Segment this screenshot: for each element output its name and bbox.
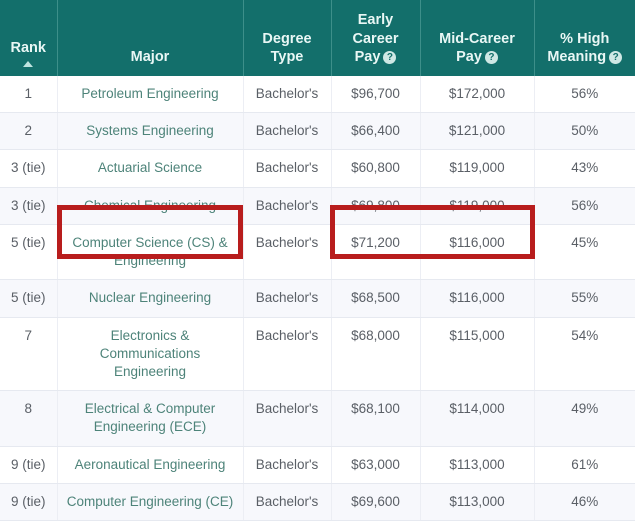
help-icon[interactable]: ? (383, 51, 396, 64)
cell-rank: 3 (tie) (0, 150, 57, 187)
cell-degree-type: Bachelor's (243, 113, 331, 150)
table-row: 3 (tie)Actuarial ScienceBachelor's$60,80… (0, 150, 635, 187)
cell-early-career-pay: $68,100 (331, 391, 420, 446)
help-icon[interactable]: ? (485, 51, 498, 64)
cell-degree-type: Bachelor's (243, 446, 331, 483)
cell-degree-type: Bachelor's (243, 224, 331, 279)
table-row: 7Electronics & Communications Engineerin… (0, 317, 635, 391)
cell-percent-high-meaning: 50% (534, 113, 635, 150)
table-body: 1Petroleum EngineeringBachelor's$96,700$… (0, 76, 635, 521)
cell-mid-career-pay: $119,000 (420, 187, 534, 224)
table-header: Rank Major Degree Type Early Career Pay?… (0, 0, 635, 76)
column-header-early-line3: Pay (355, 49, 381, 65)
cell-mid-career-pay: $116,000 (420, 280, 534, 317)
table-row: 3 (tie)Chemical EngineeringBachelor's$69… (0, 187, 635, 224)
cell-major-link[interactable]: Chemical Engineering (57, 187, 243, 224)
column-header-mid-career-pay[interactable]: Mid-Career Pay? (420, 0, 534, 76)
cell-early-career-pay: $68,000 (331, 317, 420, 391)
cell-mid-career-pay: $114,000 (420, 391, 534, 446)
cell-major-link[interactable]: Electrical & Computer Engineering (ECE) (57, 391, 243, 446)
cell-percent-high-meaning: 49% (534, 391, 635, 446)
cell-major-link[interactable]: Systems Engineering (57, 113, 243, 150)
cell-rank: 2 (0, 113, 57, 150)
cell-percent-high-meaning: 45% (534, 224, 635, 279)
cell-rank: 3 (tie) (0, 187, 57, 224)
cell-major-link[interactable]: Electronics & Communications Engineering (57, 317, 243, 391)
sort-ascending-icon[interactable] (23, 61, 33, 67)
cell-major-link[interactable]: Computer Science (CS) & Engineering (57, 224, 243, 279)
column-header-early-line1: Early (358, 12, 393, 28)
cell-major-link[interactable]: Actuarial Science (57, 150, 243, 187)
cell-rank: 5 (tie) (0, 280, 57, 317)
cell-early-career-pay: $63,000 (331, 446, 420, 483)
cell-percent-high-meaning: 43% (534, 150, 635, 187)
column-header-early-career-pay[interactable]: Early Career Pay? (331, 0, 420, 76)
column-header-mid-line2: Pay (456, 49, 482, 65)
cell-percent-high-meaning: 61% (534, 446, 635, 483)
cell-mid-career-pay: $113,000 (420, 483, 534, 520)
cell-rank: 8 (0, 391, 57, 446)
cell-rank: 1 (0, 76, 57, 113)
cell-degree-type: Bachelor's (243, 317, 331, 391)
cell-rank: 5 (tie) (0, 224, 57, 279)
column-header-degree-line2: Type (271, 49, 304, 65)
table-row: 1Petroleum EngineeringBachelor's$96,700$… (0, 76, 635, 113)
cell-percent-high-meaning: 54% (534, 317, 635, 391)
cell-percent-high-meaning: 56% (534, 76, 635, 113)
cell-major-link[interactable]: Petroleum Engineering (57, 76, 243, 113)
table-header-row: Rank Major Degree Type Early Career Pay?… (0, 0, 635, 76)
cell-percent-high-meaning: 55% (534, 280, 635, 317)
cell-rank: 7 (0, 317, 57, 391)
cell-percent-high-meaning: 46% (534, 483, 635, 520)
cell-early-career-pay: $60,800 (331, 150, 420, 187)
cell-major-link[interactable]: Aeronautical Engineering (57, 446, 243, 483)
cell-mid-career-pay: $113,000 (420, 446, 534, 483)
column-header-rank-label: Rank (4, 39, 53, 58)
table-row: 2Systems EngineeringBachelor's$66,400$12… (0, 113, 635, 150)
table-row: 5 (tie)Computer Science (CS) & Engineeri… (0, 224, 635, 279)
salary-ranking-table: Rank Major Degree Type Early Career Pay?… (0, 0, 635, 521)
cell-early-career-pay: $71,200 (331, 224, 420, 279)
column-header-degree-type[interactable]: Degree Type (243, 0, 331, 76)
cell-early-career-pay: $69,800 (331, 187, 420, 224)
column-header-rank[interactable]: Rank (0, 0, 57, 76)
cell-degree-type: Bachelor's (243, 483, 331, 520)
cell-degree-type: Bachelor's (243, 150, 331, 187)
cell-degree-type: Bachelor's (243, 187, 331, 224)
column-header-major[interactable]: Major (57, 0, 243, 76)
cell-early-career-pay: $69,600 (331, 483, 420, 520)
help-icon[interactable]: ? (609, 51, 622, 64)
column-header-mid-line1: Mid-Career (439, 31, 515, 47)
table-row: 9 (tie)Computer Engineering (CE)Bachelor… (0, 483, 635, 520)
cell-rank: 9 (tie) (0, 483, 57, 520)
cell-early-career-pay: $68,500 (331, 280, 420, 317)
cell-degree-type: Bachelor's (243, 280, 331, 317)
cell-major-link[interactable]: Computer Engineering (CE) (57, 483, 243, 520)
cell-degree-type: Bachelor's (243, 391, 331, 446)
column-header-major-label: Major (131, 49, 170, 65)
table-row: 8Electrical & Computer Engineering (ECE)… (0, 391, 635, 446)
table-row: 9 (tie)Aeronautical EngineeringBachelor'… (0, 446, 635, 483)
cell-mid-career-pay: $172,000 (420, 76, 534, 113)
cell-rank: 9 (tie) (0, 446, 57, 483)
cell-mid-career-pay: $116,000 (420, 224, 534, 279)
cell-mid-career-pay: $119,000 (420, 150, 534, 187)
cell-mid-career-pay: $121,000 (420, 113, 534, 150)
column-header-meaning-line1: % High (560, 31, 609, 47)
cell-early-career-pay: $66,400 (331, 113, 420, 150)
column-header-meaning-line2: Meaning (547, 49, 606, 65)
column-header-percent-high-meaning[interactable]: % High Meaning? (534, 0, 635, 76)
column-header-degree-line1: Degree (262, 31, 311, 47)
cell-major-link[interactable]: Nuclear Engineering (57, 280, 243, 317)
cell-mid-career-pay: $115,000 (420, 317, 534, 391)
column-header-early-line2: Career (353, 31, 399, 47)
cell-degree-type: Bachelor's (243, 76, 331, 113)
cell-percent-high-meaning: 56% (534, 187, 635, 224)
cell-early-career-pay: $96,700 (331, 76, 420, 113)
table-row: 5 (tie)Nuclear EngineeringBachelor's$68,… (0, 280, 635, 317)
